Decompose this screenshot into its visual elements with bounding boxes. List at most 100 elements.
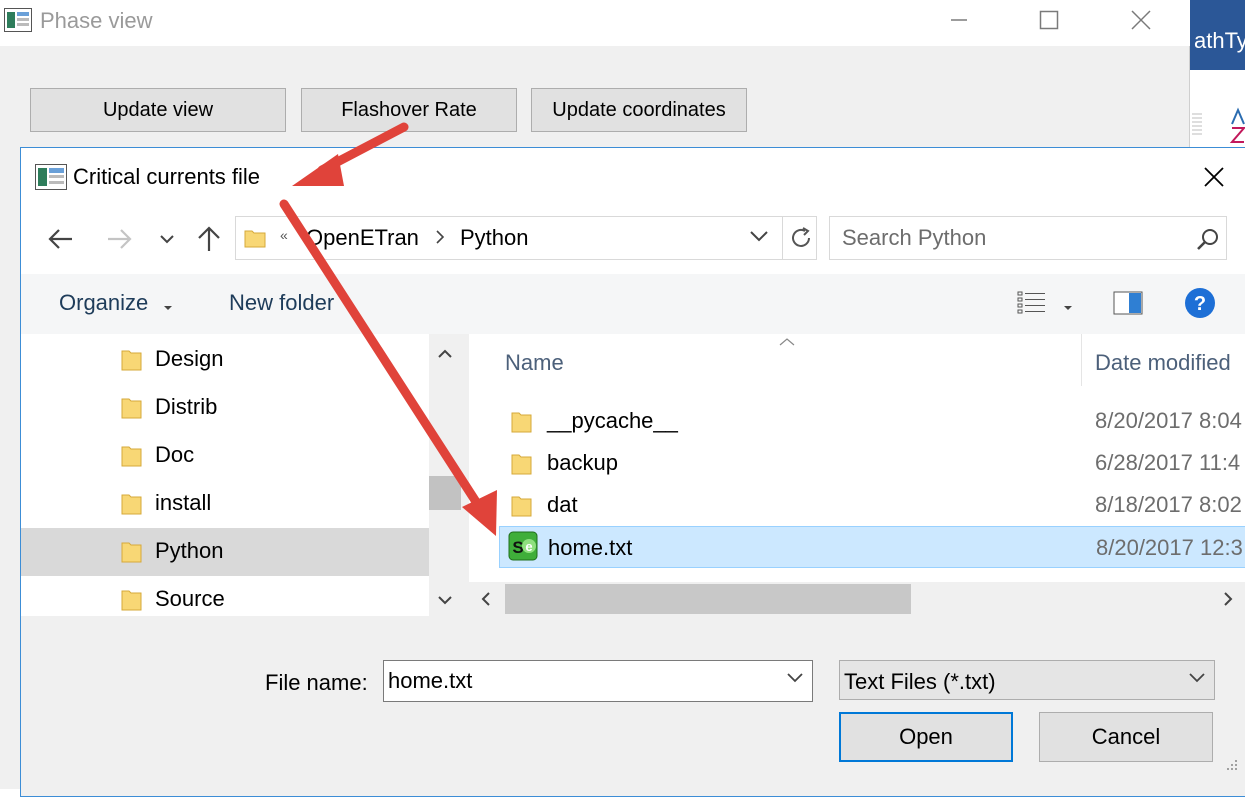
chevron-up-icon[interactable]	[438, 346, 452, 364]
file-date: 6/28/2017 11:4	[1095, 450, 1241, 475]
column-header-date-modified[interactable]: Date modified	[1095, 350, 1231, 376]
breadcrumb-openetran[interactable]: OpenETran	[306, 225, 419, 251]
update-coordinates-button[interactable]: Update coordinates	[531, 88, 747, 132]
search-box	[829, 216, 1227, 260]
preview-pane-icon[interactable]	[1113, 290, 1143, 321]
dialog-title: Critical currents file	[73, 164, 261, 189]
file-row[interactable]: backup 6/28/2017 11:4	[499, 442, 1245, 484]
column-divider[interactable]	[1081, 334, 1082, 386]
minimize-icon[interactable]	[924, 0, 994, 40]
column-header-name[interactable]: Name	[505, 350, 564, 376]
background-app-text: athTy	[1194, 28, 1245, 53]
nav-item-install[interactable]: install	[21, 480, 429, 528]
file-row[interactable]: dat 8/18/2017 8:02	[499, 484, 1245, 526]
file-name-combobox	[383, 660, 813, 702]
folder-icon	[121, 348, 143, 377]
scrollbar-thumb[interactable]	[505, 584, 911, 614]
file-name-label: File name:	[265, 670, 368, 695]
open-button[interactable]: Open	[839, 712, 1013, 762]
app-icon	[4, 8, 32, 32]
folder-icon	[121, 396, 143, 425]
folder-icon	[121, 492, 143, 521]
background-app-ribbon: athTy	[1190, 0, 1245, 70]
nav-item-label: Design	[155, 346, 224, 371]
maximize-icon[interactable]	[1014, 0, 1084, 40]
chevron-down-icon[interactable]	[1188, 671, 1206, 690]
nav-item-label: Python	[155, 538, 224, 563]
address-bar[interactable]: « OpenETran Python	[235, 216, 817, 260]
chevron-down-icon[interactable]	[786, 671, 804, 690]
up-arrow-icon[interactable]	[191, 222, 227, 256]
file-row-selected[interactable]: Se home.txt 8/20/2017 12:3	[499, 526, 1245, 568]
file-type-select[interactable]: Text Files (*.txt)	[839, 660, 1215, 700]
text-file-icon: Se	[508, 531, 538, 566]
file-name-input[interactable]	[384, 661, 774, 701]
caret-down-icon[interactable]	[1063, 299, 1073, 317]
chevron-left-icon[interactable]	[481, 592, 491, 611]
file-list-hscrollbar[interactable]	[469, 582, 1245, 616]
navigation-pane: Design Distrib Doc install Python Source	[21, 334, 429, 616]
nav-item-label: Distrib	[155, 394, 218, 419]
scrollbar-thumb[interactable]	[429, 476, 461, 510]
file-list: Name Date modified __pycache__ 8/20/2017…	[469, 334, 1245, 616]
chevron-down-icon[interactable]	[438, 592, 452, 610]
file-name: backup	[547, 450, 618, 475]
navigation-scrollbar[interactable]	[429, 334, 461, 616]
chevron-down-icon[interactable]	[748, 227, 770, 250]
cancel-button[interactable]: Cancel	[1039, 712, 1213, 762]
svg-text:S: S	[512, 538, 523, 557]
nav-item-source[interactable]: Source	[21, 576, 429, 616]
chevron-right-icon[interactable]	[1223, 592, 1233, 611]
nav-item-label: install	[155, 490, 212, 515]
nav-item-doc[interactable]: Doc	[21, 432, 429, 480]
file-type-value: Text Files (*.txt)	[844, 669, 996, 694]
flashover-rate-button[interactable]: Flashover Rate	[301, 88, 517, 132]
nav-item-python[interactable]: Python	[21, 528, 429, 576]
svg-text:?: ?	[1194, 293, 1206, 315]
sort-ascending-icon	[779, 334, 795, 352]
folder-icon	[511, 452, 533, 481]
file-name: dat	[547, 492, 578, 517]
app-icon	[35, 164, 67, 190]
forward-arrow-icon[interactable]	[101, 222, 137, 256]
resize-grip-icon[interactable]	[1221, 758, 1241, 783]
view-options-icon[interactable]	[1017, 290, 1047, 321]
back-arrow-icon[interactable]	[43, 222, 79, 256]
folder-icon	[244, 227, 266, 254]
search-input[interactable]	[830, 217, 1190, 259]
folder-icon	[511, 410, 533, 439]
file-date: 8/18/2017 8:02	[1095, 492, 1242, 517]
background-app-body	[1190, 70, 1245, 150]
dialog-titlebar: Critical currents file	[21, 148, 1245, 206]
nav-item-design[interactable]: Design	[21, 336, 429, 384]
svg-text:e: e	[525, 539, 532, 554]
new-folder-button[interactable]: New folder	[229, 290, 334, 316]
help-icon[interactable]: ?	[1183, 286, 1217, 325]
folder-icon	[121, 540, 143, 569]
sort-az-icon	[1192, 107, 1245, 143]
window-title: Phase view	[40, 8, 153, 33]
file-name: home.txt	[548, 535, 633, 560]
file-name: __pycache__	[547, 408, 678, 433]
search-icon[interactable]	[1196, 227, 1220, 256]
file-date: 8/20/2017 12:3	[1096, 535, 1243, 560]
breadcrumb-python[interactable]: Python	[460, 225, 529, 251]
folder-icon	[121, 444, 143, 473]
close-icon[interactable]	[1191, 156, 1237, 198]
refresh-icon[interactable]	[782, 217, 818, 259]
folder-icon	[121, 588, 143, 616]
nav-item-label: Doc	[155, 442, 195, 467]
nav-item-distrib[interactable]: Distrib	[21, 384, 429, 432]
address-overflow[interactable]: «	[280, 227, 288, 243]
recent-locations-chevron-icon[interactable]	[149, 222, 185, 256]
close-icon[interactable]	[1106, 0, 1176, 40]
folder-icon	[511, 494, 533, 523]
open-file-dialog: Critical currents file « OpenETran Pytho…	[20, 147, 1245, 797]
caret-down-icon[interactable]	[163, 299, 173, 317]
command-bar: Organize New folder ?	[21, 274, 1245, 334]
file-row[interactable]: __pycache__ 8/20/2017 8:04	[499, 400, 1245, 442]
organize-button[interactable]: Organize	[59, 290, 148, 316]
phase-view-titlebar: Phase view	[0, 0, 1190, 46]
chevron-right-icon[interactable]	[434, 229, 446, 250]
update-view-button[interactable]: Update view	[30, 88, 286, 132]
